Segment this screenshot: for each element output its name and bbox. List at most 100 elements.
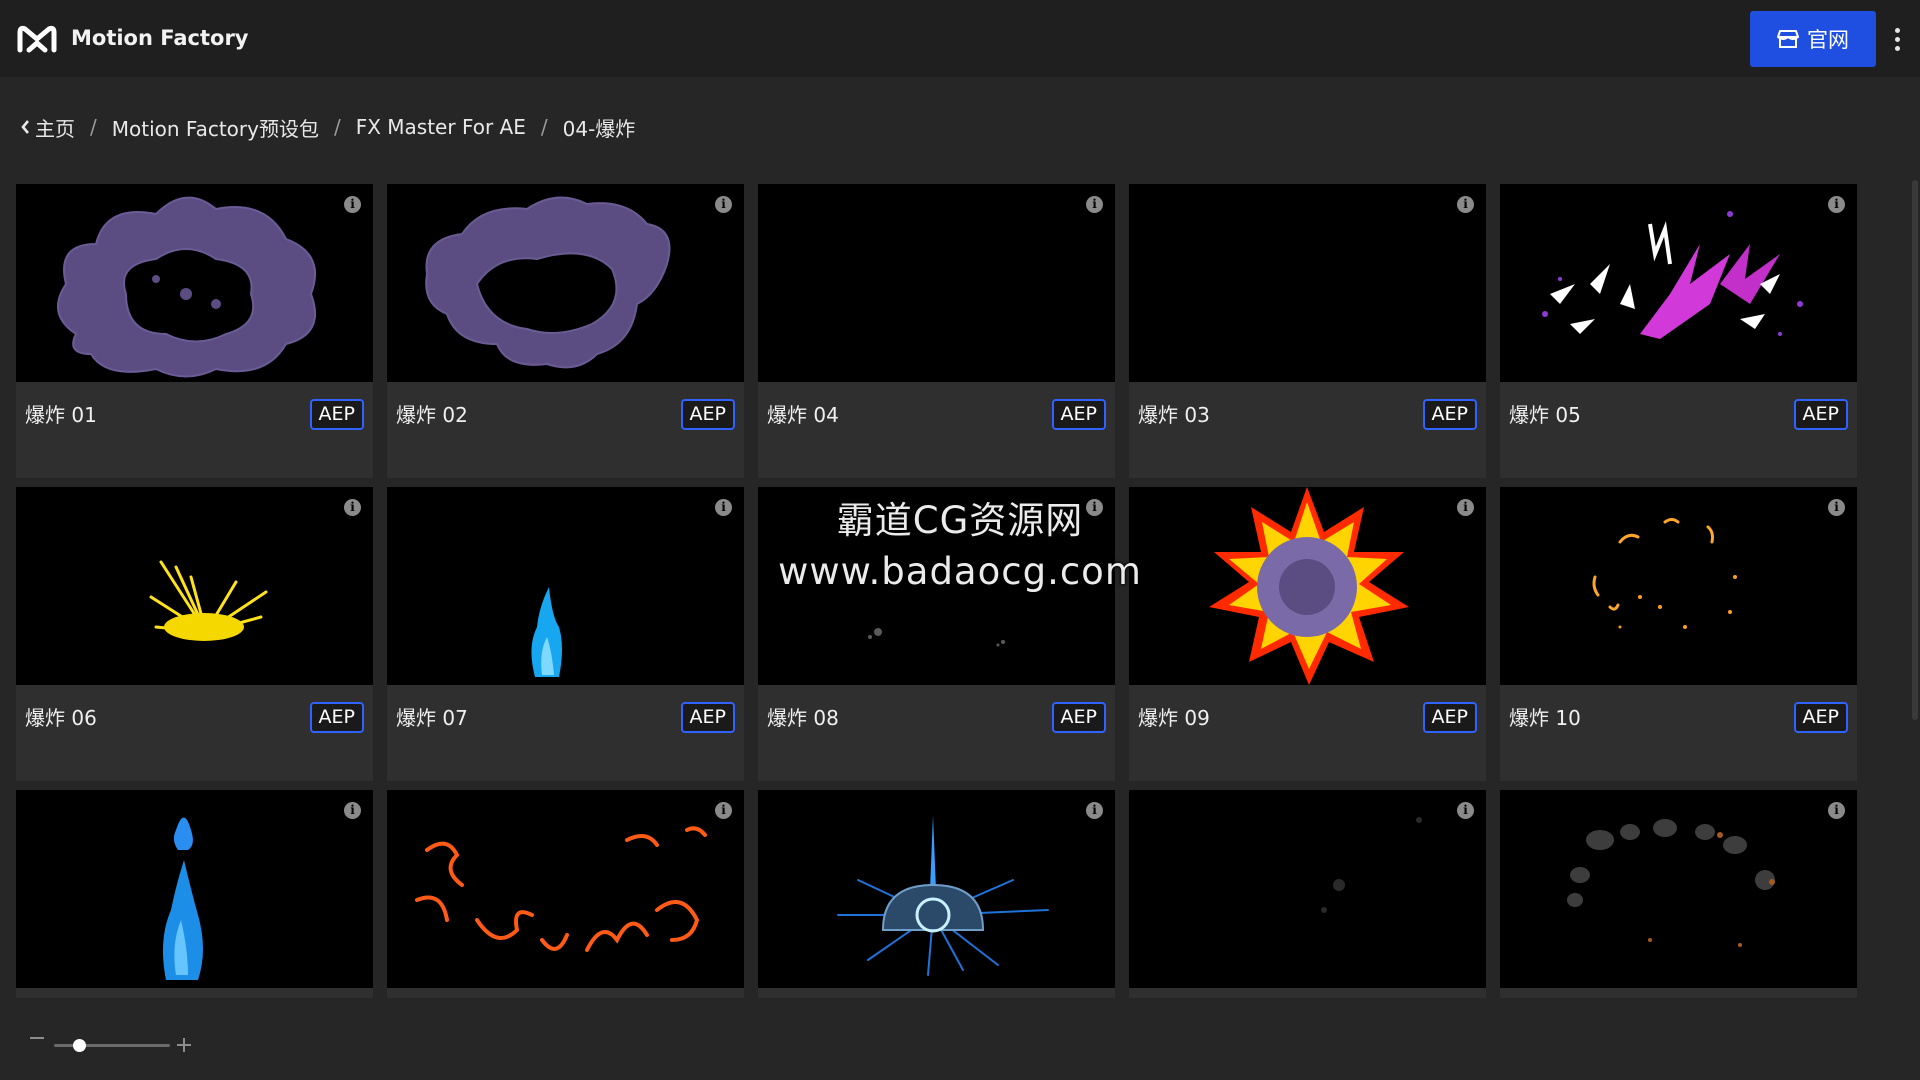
grey-debris-thumbnail — [1567, 819, 1775, 947]
info-icon[interactable]: i — [1828, 499, 1845, 516]
asset-card[interactable]: i 爆炸 10 AEP — [1500, 487, 1857, 781]
asset-card[interactable]: i 爆炸 05 AEP — [1500, 184, 1857, 478]
asset-thumbnail[interactable] — [1500, 487, 1857, 685]
asset-title: 爆炸 08 — [767, 706, 839, 730]
faint-smoke-thumbnail — [1321, 817, 1422, 913]
info-icon[interactable]: i — [715, 196, 732, 213]
purple-smoke-cloud-thumbnail — [425, 196, 671, 369]
asset-title: 爆炸 03 — [1138, 403, 1210, 427]
asset-thumbnail[interactable] — [758, 184, 1115, 382]
aep-badge: AEP — [1422, 702, 1477, 733]
info-icon[interactable]: i — [1828, 196, 1845, 213]
asset-card[interactable]: i — [16, 790, 373, 998]
asset-card[interactable]: i — [387, 790, 744, 998]
info-icon[interactable]: i — [715, 802, 732, 819]
asset-thumbnail[interactable] — [1129, 184, 1486, 382]
asset-card[interactable]: i 爆炸 03 AEP — [1129, 184, 1486, 478]
asset-thumbnail[interactable] — [758, 790, 1115, 988]
yellow-burst-thumbnail — [149, 560, 268, 641]
footer-bar — [0, 998, 1920, 1080]
zoom-slider-track[interactable] — [54, 1044, 170, 1047]
breadcrumb-level2[interactable]: FX Master For AE — [356, 115, 526, 139]
breadcrumb-level1[interactable]: Motion Factory预设包 — [112, 113, 319, 142]
info-icon[interactable]: i — [1086, 196, 1103, 213]
asset-title: 爆炸 05 — [1509, 403, 1581, 427]
store-icon — [1777, 30, 1799, 48]
asset-grid: i 爆炸 01 AEP i 爆炸 02 AEP i 爆炸 04 AEP i 爆炸… — [16, 184, 1858, 998]
asset-card[interactable]: i 爆炸 06 AEP — [16, 487, 373, 781]
aep-badge: AEP — [309, 702, 364, 733]
asset-thumbnail[interactable] — [1500, 184, 1857, 382]
dark-specks-thumbnail — [868, 628, 1005, 647]
official-site-button[interactable]: 官网 — [1750, 11, 1876, 67]
info-icon[interactable]: i — [344, 196, 361, 213]
asset-card[interactable]: i 爆炸 04 AEP — [758, 184, 1115, 478]
asset-title: 爆炸 07 — [396, 706, 468, 730]
top-bar: Motion Factory 官网 — [0, 0, 1920, 77]
asset-title: 爆炸 01 — [25, 403, 97, 427]
aep-badge: AEP — [680, 702, 735, 733]
more-dot — [1894, 45, 1900, 51]
asset-title: 爆炸 06 — [25, 706, 97, 730]
aep-badge: AEP — [1422, 399, 1477, 430]
purple-smoke-ring-thumbnail — [57, 196, 316, 378]
zoom-out-icon[interactable] — [30, 1037, 44, 1039]
info-icon[interactable]: i — [344, 802, 361, 819]
asset-card[interactable]: i 爆炸 02 AEP — [387, 184, 744, 478]
aep-badge: AEP — [1051, 702, 1106, 733]
asset-thumbnail[interactable] — [758, 487, 1115, 685]
breadcrumb-home-label: 主页 — [35, 116, 75, 141]
more-dot — [1894, 27, 1900, 33]
info-icon[interactable]: i — [344, 499, 361, 516]
asset-title: 爆炸 10 — [1509, 706, 1581, 730]
fire-star-thumbnail — [1209, 487, 1409, 685]
blue-dome-thumbnail — [837, 815, 1049, 976]
aep-badge: AEP — [1793, 399, 1848, 430]
info-icon[interactable]: i — [1457, 802, 1474, 819]
orange-tendrils-thumbnail — [415, 826, 707, 952]
info-icon[interactable]: i — [1086, 499, 1103, 516]
asset-title: 爆炸 09 — [1138, 706, 1210, 730]
asset-thumbnail[interactable] — [1500, 790, 1857, 988]
asset-thumbnail[interactable] — [16, 790, 373, 988]
aep-badge: AEP — [1793, 702, 1848, 733]
info-icon[interactable]: i — [1457, 499, 1474, 516]
magenta-shards-thumbnail — [1542, 211, 1803, 339]
aep-badge: AEP — [309, 399, 364, 430]
asset-card[interactable]: i — [1500, 790, 1857, 998]
motion-factory-logo-icon[interactable] — [16, 22, 58, 56]
info-icon[interactable]: i — [1828, 802, 1845, 819]
asset-card[interactable]: i 爆炸 01 AEP — [16, 184, 373, 478]
breadcrumb: 主页 / Motion Factory预设包 / FX Master For A… — [20, 112, 635, 142]
app-title: Motion Factory — [71, 26, 249, 50]
info-icon[interactable]: i — [1457, 196, 1474, 213]
asset-card[interactable]: i — [1129, 790, 1486, 998]
info-icon[interactable]: i — [1086, 802, 1103, 819]
zoom-slider-handle[interactable] — [73, 1039, 86, 1052]
asset-thumbnail[interactable] — [387, 790, 744, 988]
more-options-button[interactable] — [1885, 22, 1909, 56]
asset-card[interactable]: i 爆炸 08 AEP — [758, 487, 1115, 781]
aep-badge: AEP — [1051, 399, 1106, 430]
asset-card[interactable]: i — [758, 790, 1115, 998]
asset-title: 爆炸 02 — [396, 403, 468, 427]
blue-flame-thumbnail — [531, 587, 562, 677]
asset-card[interactable]: i 爆炸 07 AEP — [387, 487, 744, 781]
breadcrumb-separator: / — [540, 115, 548, 139]
asset-title: 爆炸 04 — [767, 403, 839, 427]
info-icon[interactable]: i — [715, 499, 732, 516]
more-dot — [1894, 36, 1900, 42]
asset-thumbnail[interactable] — [387, 184, 744, 382]
asset-card[interactable]: i 爆炸 09 AEP — [1129, 487, 1486, 781]
breadcrumb-home[interactable]: 主页 — [20, 113, 75, 142]
asset-thumbnail[interactable] — [387, 487, 744, 685]
asset-thumbnail[interactable] — [16, 487, 373, 685]
asset-thumbnail[interactable] — [16, 184, 373, 382]
tall-blue-flame-thumbnail — [162, 817, 203, 980]
asset-thumbnail[interactable] — [1129, 790, 1486, 988]
vertical-scrollbar[interactable] — [1912, 180, 1918, 720]
chevron-left-icon — [21, 120, 29, 134]
asset-thumbnail[interactable] — [1129, 487, 1486, 685]
official-site-label: 官网 — [1807, 28, 1849, 52]
zoom-in-icon[interactable] — [177, 1038, 191, 1052]
